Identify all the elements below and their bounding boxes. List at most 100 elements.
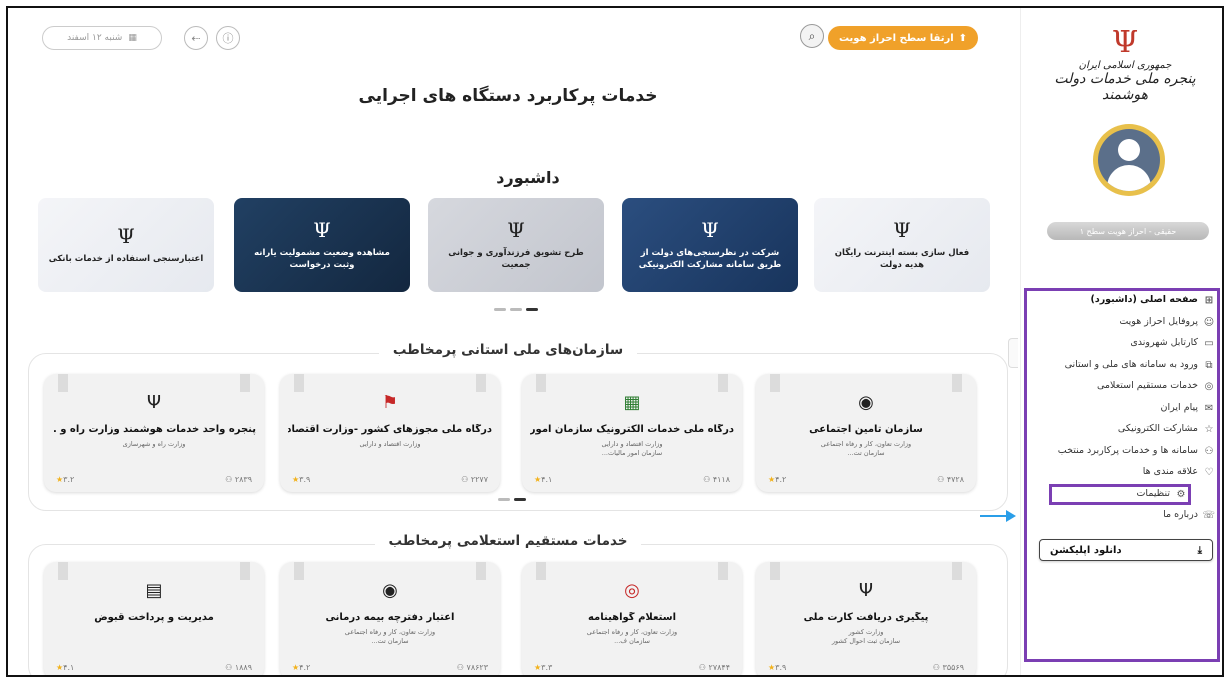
profile-icon: ☺ (1203, 316, 1215, 328)
sidebar-menu: ⊞ صفحه اصلی (داشبورد) ☺ پروفایل احراز هویت… (1029, 294, 1215, 531)
sidebar-item-favorites[interactable]: ♡ علاقه مندی ها (1029, 466, 1215, 480)
download-app-button[interactable]: ⤓ دانلود اپلیکشن (1039, 539, 1213, 561)
sidebar-toggle[interactable] (1008, 338, 1018, 368)
banner-card[interactable]: Ψ طرح تشویق فرزندآوری و جوانی جمعیت (428, 198, 604, 292)
org-card[interactable]: ◉ سازمان تامین اجتماعی وزارت تعاون، کار … (756, 374, 976, 492)
government-logo[interactable]: Ψ جمهوری اسلامی ایران پنجره ملی خدمات دو… (1045, 26, 1205, 106)
rating: ★۴.۱ (56, 663, 75, 672)
sidebar-item-settings[interactable]: ⚙ تنظیمات (1049, 483, 1191, 505)
sidebar-item-profile[interactable]: ☺ پروفایل احراز هویت (1029, 316, 1215, 330)
inquiry-section-title: خدمات مستقیم استعلامی پرمخاطب (8, 533, 1008, 549)
sidebar-item-inquiry-services[interactable]: ◎ خدمات مستقیم استعلامی (1029, 380, 1215, 394)
search-button[interactable]: ⌕ (800, 24, 824, 48)
user-count: ⚇ ۱۸۸۹ (225, 663, 252, 672)
card-title: درگاه ملی خدمات الکترونیک سازمان امور... (530, 424, 734, 435)
card-title: درگاه ملی مجوزهای کشور -وزارت اقتصاد... (288, 424, 492, 435)
emblem-icon: Ψ (893, 218, 911, 243)
top-bar: شنبه ۱۲ اسفند ▦ ⇠ ⓘ ⌕ ⬆ ارتقا سطح احراز … (36, 20, 1006, 56)
auth-status-badge: حقیقی - احراز هویت سطح ۱ (1047, 222, 1209, 240)
logo-line2: پنجره ملی خدمات دولت هوشمند (1054, 71, 1196, 103)
card-subtitle: وزارت راه و شهرسازی (122, 440, 186, 448)
org-logo-icon: ⚑ (381, 392, 399, 413)
carousel-dots (494, 308, 538, 311)
emblem-icon: Ψ (1111, 25, 1139, 60)
banner-card[interactable]: Ψ شرکت در نظرسنجی‌های دولت از طریق سامان… (622, 198, 798, 292)
pointer-arrow-icon (980, 510, 1016, 522)
emblem-icon: Ψ (507, 218, 525, 243)
rating: ★۳.۳ (534, 663, 553, 672)
card-title: پنجره واحد خدمات هوشمند وزارت راه و ... (52, 424, 256, 435)
org-card[interactable]: ▦ درگاه ملی خدمات الکترونیک سازمان امور.… (522, 374, 742, 492)
user-count: ⚇ ۲۷۸۴۴ (698, 663, 730, 672)
card-subtitle: وزارت کشور سازمان ثبت احوال کشور (831, 628, 901, 645)
user-icon (1098, 129, 1160, 191)
card-title: مدیریت و پرداخت قبوض (94, 612, 214, 623)
user-count: ⚇ ۲۲۷۷ (461, 475, 488, 484)
logout-button[interactable]: ⇠ (184, 26, 208, 50)
inquiry-card[interactable]: Ψ پیگیری دریافت کارت ملی وزارت کشور سازم… (756, 562, 976, 675)
banner-text: اعتبارسنجی استفاده از خدمات بانکی (48, 254, 204, 265)
search-icon: ⌕ (808, 28, 816, 43)
sidebar-item-selected-services[interactable]: ⚇ سامانه ها و خدمات پرکاربرد منتخب (1029, 445, 1215, 459)
sidebar-item-e-participation[interactable]: ☆ مشارکت الکترونیکی (1029, 423, 1215, 437)
card-subtitle: وزارت اقتصاد و دارایی سازمان امور مالیات… (601, 440, 663, 457)
sidebar-item-national-systems[interactable]: ⧉ ورود به سامانه های ملی و استانی (1029, 359, 1215, 373)
emblem-icon: Ψ (701, 218, 719, 243)
emblem-icon: Ψ (313, 218, 331, 243)
sidebar-item-dashboard[interactable]: ⊞ صفحه اصلی (داشبورد) (1029, 294, 1215, 308)
info-icon: ⓘ (222, 32, 234, 45)
service-logo-icon: Ψ (858, 580, 874, 601)
carousel-dot-active[interactable] (514, 498, 526, 501)
download-icon: ⤓ (1197, 544, 1202, 556)
main-content: شنبه ۱۲ اسفند ▦ ⇠ ⓘ ⌕ ⬆ ارتقا سطح احراز … (8, 8, 1018, 675)
card-subtitle: وزارت تعاون، کار و رفاه اجتماعی سازمان ف… (586, 628, 678, 645)
dashboard-title: داشبورد (496, 168, 560, 187)
star-outline-icon: ☆ (1204, 424, 1214, 435)
folder-icon: ▭ (1204, 338, 1214, 349)
carousel-dot[interactable] (498, 498, 510, 501)
rating: ★۳.۹ (292, 475, 311, 484)
service-logo-icon: ◎ (624, 580, 640, 601)
upgrade-auth-button[interactable]: ⬆ ارتقا سطح احراز هویت (828, 26, 978, 50)
card-subtitle: وزارت اقتصاد و دارایی (359, 440, 421, 448)
phone-icon: ☏ (1202, 510, 1215, 521)
banner-text: مشاهده وضعیت مشمولیت یارانه وثبت درخواست (254, 248, 390, 270)
banner-card[interactable]: Ψ اعتبارسنجی استفاده از خدمات بانکی (38, 198, 214, 292)
banner-card[interactable]: Ψ مشاهده وضعیت مشمولیت یارانه وثبت درخوا… (234, 198, 410, 292)
inquiry-card[interactable]: ▤ مدیریت و پرداخت قبوض ⚇ ۱۸۸۹ ★۴.۱ (44, 562, 264, 675)
sidebar-item-about[interactable]: ☏ درباره ما (1029, 509, 1215, 523)
info-button[interactable]: ⓘ (216, 26, 240, 50)
rating: ★۴.۱ (534, 475, 553, 484)
org-logo-icon: Ψ (146, 392, 162, 413)
carousel-dot[interactable] (510, 308, 522, 311)
org-card[interactable]: ⚑ درگاه ملی مجوزهای کشور -وزارت اقتصاد..… (280, 374, 500, 492)
card-subtitle: وزارت تعاون، کار و رفاه اجتماعی سازمان ت… (820, 440, 912, 457)
logo-line1: جمهوری اسلامی ایران (1078, 60, 1172, 71)
login-icon: ⧉ (1205, 359, 1213, 371)
card-title: استعلام گواهینامه (587, 612, 676, 623)
org-carousel-dots (498, 498, 526, 501)
upgrade-label: ارتقا سطح احراز هویت (838, 32, 954, 44)
sidebar-item-cartable[interactable]: ▭ کارتابل شهروندی (1029, 337, 1215, 351)
layers-icon: ◎ (1204, 381, 1214, 392)
org-card[interactable]: Ψ پنجره واحد خدمات هوشمند وزارت راه و ..… (44, 374, 264, 492)
banner-text: فعال سازی بسته اینترنت رایگان هدیه دولت (834, 248, 970, 270)
user-count: ⚇ ۷۸۶۲۳ (456, 663, 488, 672)
user-count: ⚇ ۴۷۲۸ (937, 475, 964, 484)
carousel-dot-active[interactable] (526, 308, 538, 311)
message-icon: ✉ (1204, 402, 1214, 414)
emblem-icon: Ψ (117, 224, 135, 249)
banner-card[interactable]: Ψ فعال سازی بسته اینترنت رایگان هدیه دول… (814, 198, 990, 292)
banner-text: شرکت در نظرسنجی‌های دولت از طریق سامانه … (638, 248, 782, 270)
sidebar-item-payam-iran[interactable]: ✉ پیام ایران (1029, 402, 1215, 416)
card-subtitle: وزارت تعاون، کار و رفاه اجتماعی سازمان ت… (344, 628, 436, 645)
inquiry-card[interactable]: ◎ استعلام گواهینامه وزارت تعاون، کار و ر… (522, 562, 742, 675)
carousel-dot[interactable] (494, 308, 506, 311)
users-icon: ⚇ (1204, 445, 1214, 457)
inquiry-card[interactable]: ◉ اعتبار دفترچه بیمه درمانی وزارت تعاون،… (280, 562, 500, 675)
download-label: دانلود اپلیکشن (1050, 544, 1122, 556)
avatar[interactable] (1093, 124, 1165, 196)
date-display[interactable]: شنبه ۱۲ اسفند ▦ (42, 26, 162, 50)
user-count: ⚇ ۲۸۳۹ (225, 475, 252, 484)
calendar-icon: ▦ (128, 33, 137, 43)
